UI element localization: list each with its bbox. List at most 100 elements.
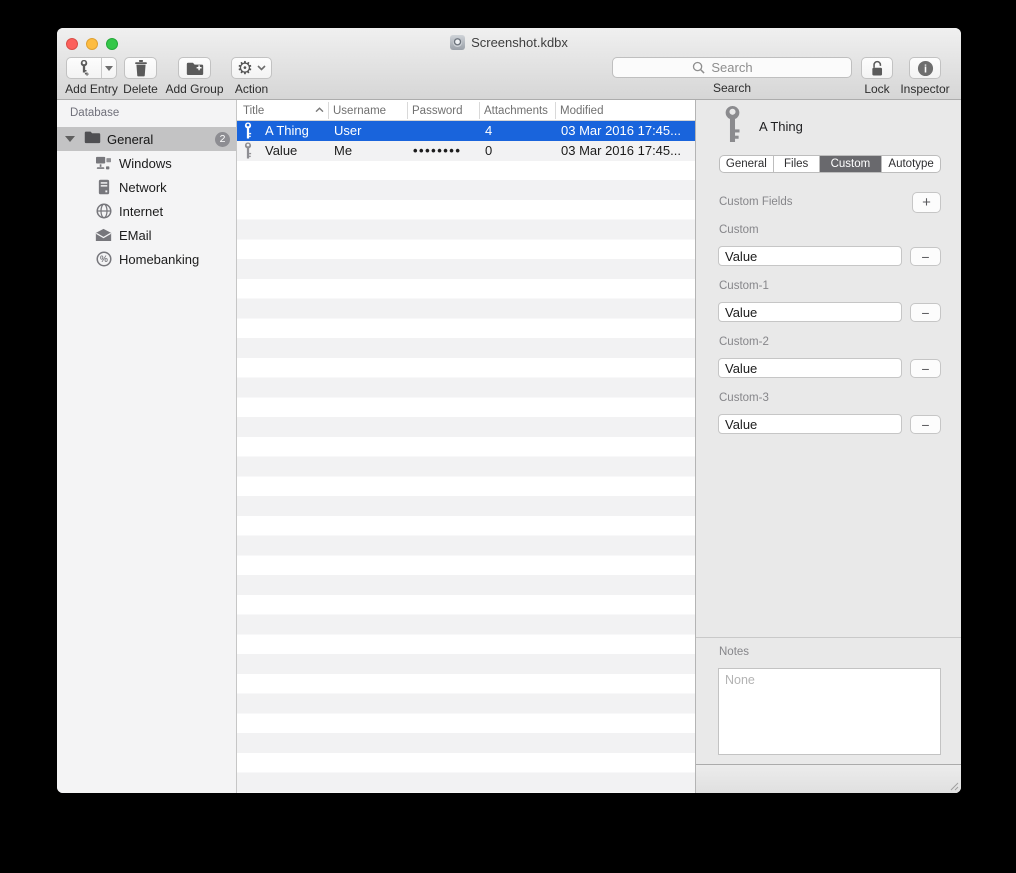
inspector-tabs: General Files Custom Autotype — [719, 155, 941, 173]
remove-field-button[interactable]: − — [910, 415, 941, 434]
key-plus-icon: + — [67, 58, 102, 78]
windows-network-icon — [95, 156, 112, 171]
custom-fields-label: Custom Fields — [719, 196, 793, 208]
macpass-window: Screenshot.kdbx + Add Entry — [57, 28, 961, 793]
tab-autotype[interactable]: Autotype — [882, 156, 940, 172]
sort-ascending-icon — [315, 107, 324, 113]
sidebar-item-email[interactable]: EMail — [57, 223, 236, 247]
gear-icon: ⚙ — [237, 59, 253, 77]
key-icon — [723, 106, 742, 147]
window-header: Screenshot.kdbx + Add Entry — [57, 28, 961, 100]
custom-field-input[interactable] — [718, 414, 902, 434]
sidebar-item-windows[interactable]: Windows — [57, 151, 236, 175]
search-label: Search — [713, 81, 751, 95]
delete-label: Delete — [123, 82, 158, 96]
column-header-title[interactable]: Title — [243, 100, 264, 121]
folder-icon — [84, 130, 101, 149]
sidebar-item-general[interactable]: General 2 — [57, 127, 236, 151]
minus-icon: − — [921, 250, 929, 264]
svg-text:%: % — [100, 254, 108, 264]
minus-icon: − — [921, 362, 929, 376]
sidebar-item-label: Internet — [119, 204, 163, 219]
window-title: Screenshot.kdbx — [471, 35, 568, 50]
envelope-icon — [95, 228, 112, 242]
minus-icon: − — [921, 418, 929, 432]
column-header-modified[interactable]: Modified — [560, 100, 603, 121]
custom-field-input[interactable] — [718, 246, 902, 266]
title-bar[interactable]: Screenshot.kdbx — [57, 28, 961, 56]
sidebar-item-homebanking[interactable]: % Homebanking — [57, 247, 236, 271]
field-label: Custom-2 — [719, 336, 769, 348]
add-field-button[interactable]: + — [912, 192, 941, 213]
sidebar-item-label: Network — [119, 180, 167, 195]
toolbar: + Add Entry Delete Add Gr — [57, 56, 961, 100]
add-group-button[interactable] — [178, 57, 211, 79]
field-label: Custom-1 — [719, 280, 769, 292]
sidebar-section-header: Database — [70, 107, 119, 119]
inspector-panel: A Thing General Files Custom Autotype Cu… — [695, 100, 961, 793]
table-row[interactable]: Value Me •••••••• 0 03 Mar 2016 17:45... — [237, 141, 695, 161]
field-label: Custom-3 — [719, 392, 769, 404]
plus-icon: + — [922, 195, 931, 210]
sidebar-item-internet[interactable]: Internet — [57, 199, 236, 223]
remove-field-button[interactable]: − — [910, 303, 941, 322]
cell-username: User — [334, 121, 361, 141]
search-field — [612, 57, 852, 78]
cell-attachments: 0 — [485, 141, 492, 161]
document-icon — [450, 35, 465, 50]
info-icon: i — [917, 60, 934, 77]
minus-icon: − — [921, 306, 929, 320]
sidebar: Database General 2 Windows — [57, 100, 237, 793]
inspector-footer — [696, 764, 961, 793]
custom-field-input[interactable] — [718, 358, 902, 378]
entry-table: Title Username Password Attachments Modi… — [237, 100, 695, 793]
tab-files[interactable]: Files — [774, 156, 820, 172]
lock-button[interactable] — [861, 57, 893, 79]
cell-title: A Thing — [265, 121, 309, 141]
delete-button[interactable] — [124, 57, 157, 79]
remove-field-button[interactable]: − — [910, 359, 941, 378]
sidebar-item-label: General — [107, 132, 153, 147]
notes-label: Notes — [719, 646, 749, 658]
custom-field-input[interactable] — [718, 302, 902, 322]
sidebar-item-network[interactable]: Network — [57, 175, 236, 199]
trash-icon — [133, 60, 149, 77]
field-label: Custom — [719, 224, 759, 236]
sidebar-item-label: Homebanking — [119, 252, 199, 267]
cell-modified: 03 Mar 2016 17:45... — [561, 121, 681, 141]
inspector-label: Inspector — [900, 82, 949, 96]
globe-icon — [95, 203, 112, 219]
lock-label: Lock — [864, 82, 889, 96]
chevron-down-icon — [257, 65, 266, 71]
cell-title: Value — [265, 141, 297, 161]
sidebar-item-label: EMail — [119, 228, 152, 243]
add-group-label: Add Group — [165, 82, 223, 96]
table-row[interactable]: A Thing User 4 03 Mar 2016 17:45... — [237, 121, 695, 141]
cell-username: Me — [334, 141, 352, 161]
entry-title: A Thing — [759, 119, 803, 134]
cell-attachments: 4 — [485, 121, 492, 141]
table-body: A Thing User 4 03 Mar 2016 17:45... Valu… — [237, 121, 695, 793]
action-label: Action — [235, 82, 268, 96]
action-button[interactable]: ⚙ — [231, 57, 272, 79]
tab-general[interactable]: General — [720, 156, 774, 172]
svg-text:+: + — [85, 71, 89, 77]
notes-textarea[interactable] — [718, 668, 941, 755]
tab-custom[interactable]: Custom — [820, 156, 883, 172]
cell-modified: 03 Mar 2016 17:45... — [561, 141, 681, 161]
remove-field-button[interactable]: − — [910, 247, 941, 266]
resize-grip[interactable] — [948, 780, 959, 791]
disclosure-triangle-icon[interactable] — [65, 136, 75, 142]
add-entry-button[interactable]: + — [66, 57, 117, 79]
key-icon — [244, 121, 252, 141]
search-input[interactable] — [613, 58, 851, 77]
inspector-button[interactable]: i — [909, 57, 941, 79]
column-header-password[interactable]: Password — [412, 100, 463, 121]
column-header-attachments[interactable]: Attachments — [484, 100, 548, 121]
screen: Screenshot.kdbx + Add Entry — [0, 0, 1016, 873]
sidebar-item-label: Windows — [119, 156, 172, 171]
column-header-username[interactable]: Username — [333, 100, 386, 121]
percent-icon: % — [95, 251, 112, 267]
entry-count-badge: 2 — [215, 132, 230, 147]
key-icon — [244, 141, 252, 161]
